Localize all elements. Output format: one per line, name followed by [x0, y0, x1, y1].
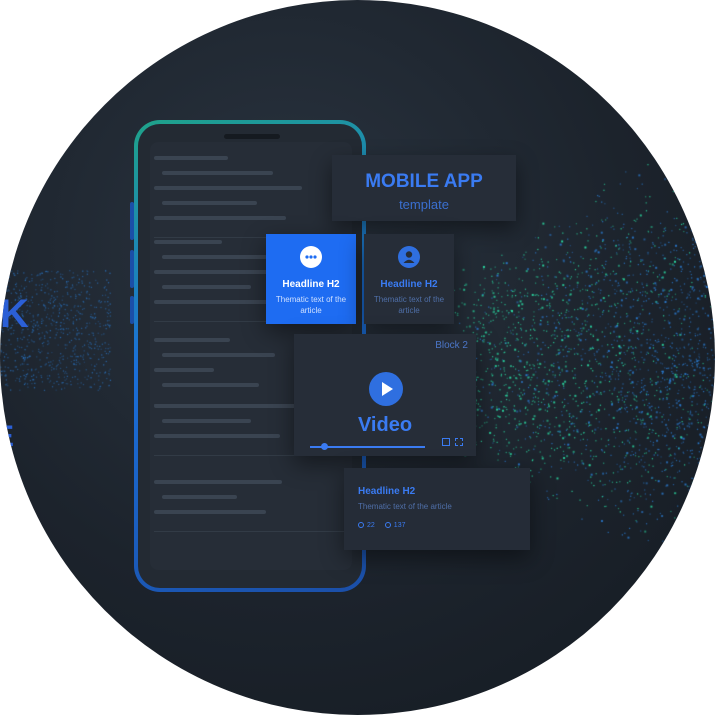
scene: K E MOBILE APP template Headline H2 Them… [0, 0, 715, 715]
code-line [154, 156, 228, 160]
views-counter: 137 [384, 522, 406, 529]
play-icon [382, 382, 393, 396]
power-button [130, 296, 134, 324]
tile-headline: Headline H2 [380, 279, 438, 290]
code-line [162, 201, 257, 205]
article-headline: Headline H2 [358, 486, 416, 497]
code-line [162, 171, 273, 175]
app-subtitle: template [399, 197, 449, 212]
likes-count: 22 [367, 522, 375, 529]
speaker-icon [224, 134, 280, 139]
video-progress-bar[interactable] [310, 443, 425, 450]
video-title: Video [357, 414, 413, 436]
likes-counter: 22 [358, 522, 375, 529]
code-line [154, 404, 296, 408]
code-line [154, 338, 230, 342]
code-line [154, 480, 282, 484]
volume-down-button [130, 250, 134, 288]
code-separator [154, 531, 348, 532]
tile-headline: Headline H2 [282, 279, 340, 290]
user-icon [398, 246, 420, 268]
article-card[interactable]: Headline H2 Thematic text of the article… [344, 468, 530, 550]
code-line [162, 495, 237, 499]
code-line [162, 383, 259, 387]
code-line [154, 368, 214, 372]
play-button[interactable] [369, 372, 403, 406]
code-line [154, 300, 280, 304]
title-card: MOBILE APP template [332, 155, 516, 221]
app-title: MOBILE APP [365, 171, 483, 192]
code-line [154, 186, 302, 190]
code-line [162, 419, 251, 423]
progress-knob[interactable] [320, 443, 328, 450]
code-line [162, 285, 251, 289]
volume-up-button [130, 202, 134, 240]
eye-icon [384, 522, 391, 529]
code-line [162, 353, 275, 357]
code-line [154, 216, 286, 220]
video-card: Block 2 Video [294, 334, 476, 456]
code-line [162, 255, 267, 259]
views-count: 137 [393, 522, 406, 529]
chat-bubble-icon [300, 246, 322, 268]
tile-text: Thematic text of the article [275, 295, 347, 315]
code-line [154, 510, 266, 514]
article-text: Thematic text of the article [358, 502, 452, 511]
side-letter-k: K [0, 292, 29, 336]
code-line [154, 240, 222, 244]
block-label: Block 2 [435, 340, 468, 351]
feature-tile-chat[interactable]: Headline H2 Thematic text of the article [266, 234, 356, 324]
code-line [154, 434, 280, 438]
article-meta: 22 137 [358, 522, 405, 529]
settings-icon[interactable] [442, 438, 450, 446]
fullscreen-icon[interactable] [455, 438, 463, 446]
heart-icon [358, 522, 364, 529]
feature-tile-user[interactable]: Headline H2 Thematic text of the article [364, 234, 454, 324]
tile-text: Thematic text of the article [373, 295, 445, 315]
side-letter-e: E [0, 420, 15, 453]
